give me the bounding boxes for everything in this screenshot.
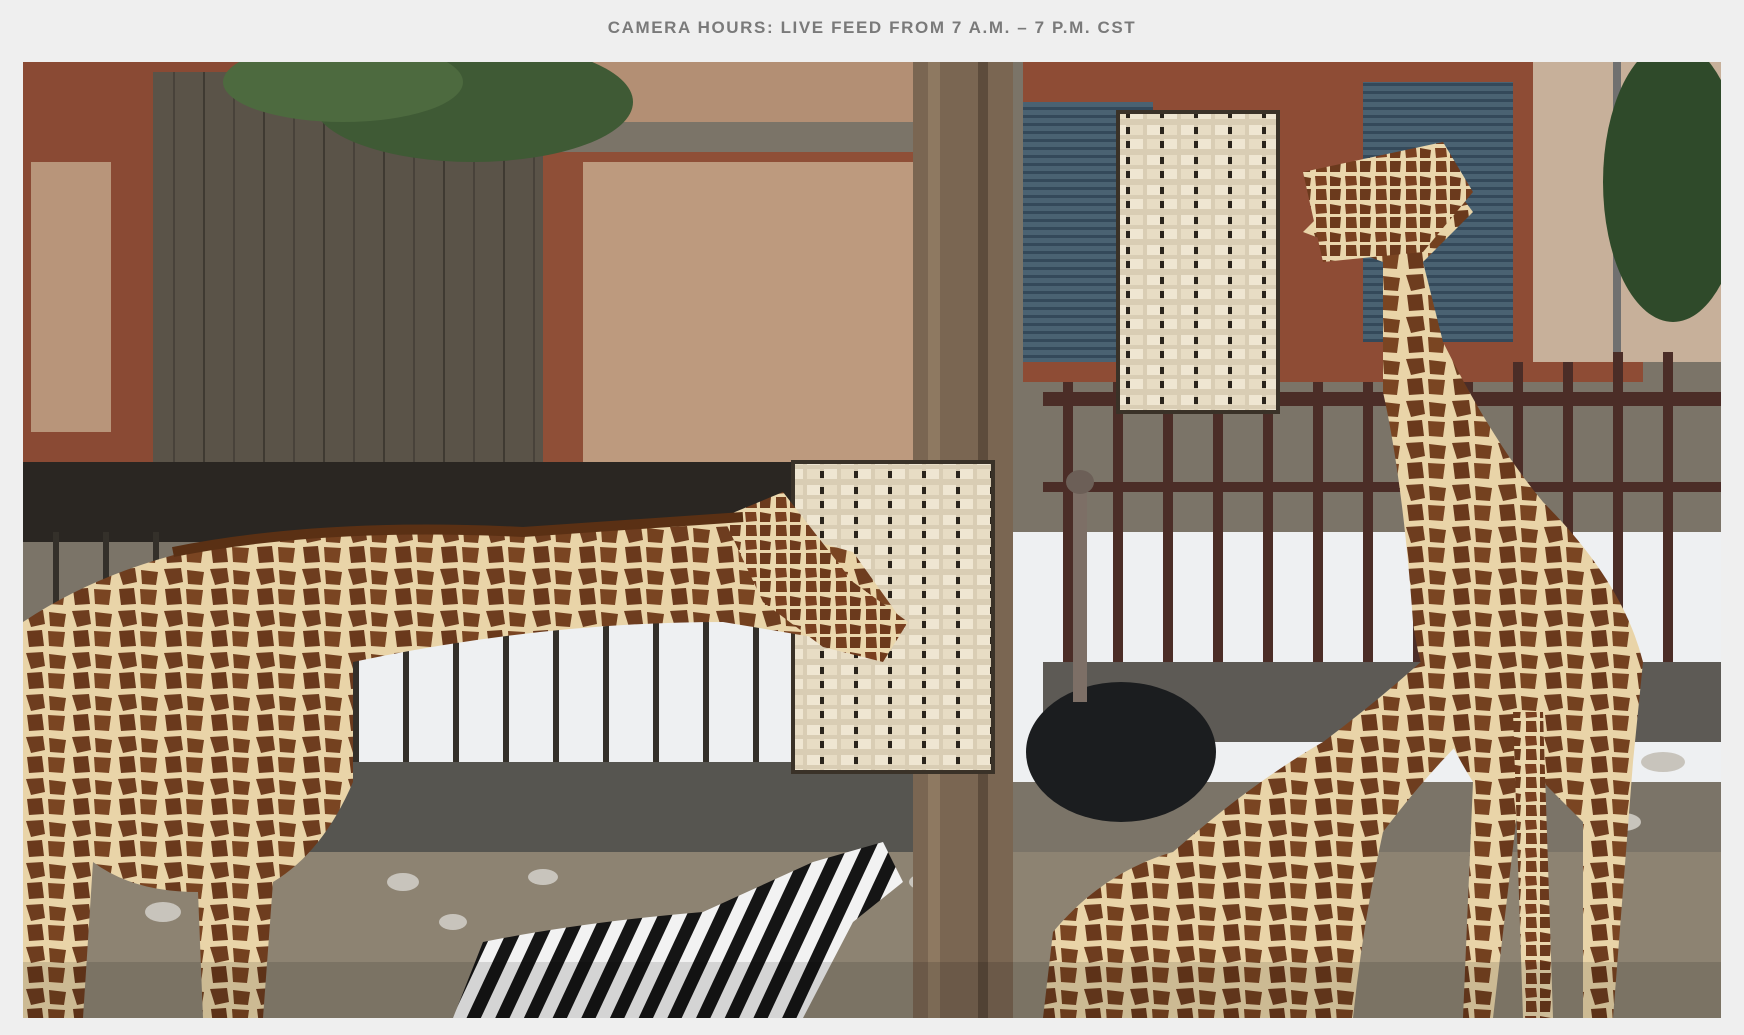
- live-camera-feed[interactable]: [23, 62, 1721, 1018]
- camera-hours-caption: CAMERA HOURS: LIVE FEED FROM 7 A.M. – 7 …: [607, 18, 1137, 37]
- live-feed-frame: [23, 62, 1721, 1018]
- camera-page: CAMERA HOURS: LIVE FEED FROM 7 A.M. – 7 …: [0, 0, 1744, 1035]
